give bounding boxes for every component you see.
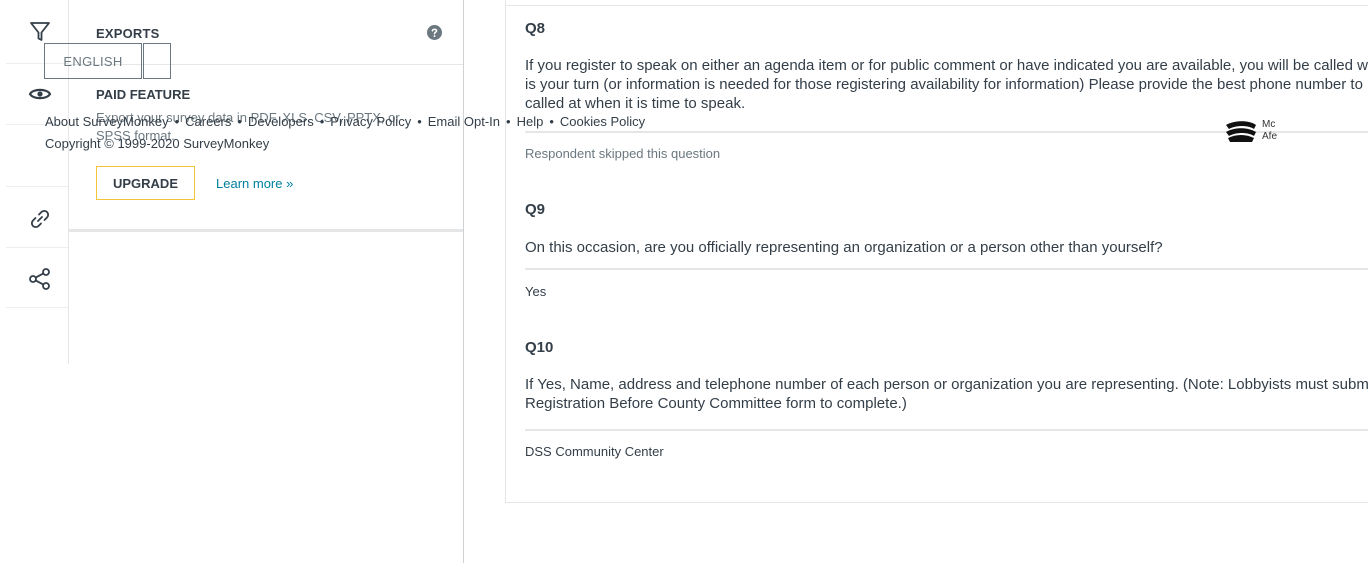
question-number: Q8 (525, 20, 546, 37)
footer-link-careers[interactable]: Careers (185, 114, 231, 129)
exports-panel: EXPORTS PAID FEATURE Export your survey … (69, 0, 464, 563)
footer-separator: • (174, 114, 180, 129)
footer-separator: • (319, 114, 325, 129)
copyright-notice: Copyright © 1999-2020 SurveyMonkey (45, 136, 270, 151)
link-icon (30, 209, 50, 229)
question-text: If Yes, Name, address and telephone numb… (525, 376, 1368, 412)
footer-link-cookies[interactable]: Cookies Policy (560, 114, 645, 129)
language-dropdown-toggle[interactable] (143, 43, 171, 79)
eye-icon (28, 88, 52, 100)
question-divider (525, 268, 1368, 270)
learn-more-link[interactable]: Learn more » (216, 176, 293, 191)
question-answer: DSS Community Center (525, 444, 664, 459)
share-icon (29, 268, 50, 290)
footer-separator: • (506, 114, 511, 129)
survey-results-page: EXPORTS PAID FEATURE Export your survey … (0, 0, 1368, 563)
rail-link-button[interactable] (6, 187, 68, 248)
paid-feature-title: PAID FEATURE (96, 87, 191, 102)
security-badge-text: Mc Afe (1262, 119, 1277, 142)
footer-link-developers[interactable]: Developers (248, 114, 314, 129)
exports-title: EXPORTS (96, 26, 160, 41)
panel-divider (69, 229, 463, 232)
footer-link-about[interactable]: About SurveyMonkey (45, 114, 169, 129)
badge-text-line: Mc (1262, 119, 1276, 130)
question-answer: Yes (525, 284, 547, 299)
question-text: On this occasion, are you officially rep… (525, 239, 1163, 256)
filter-icon (30, 22, 50, 41)
rail-empty-slot (6, 125, 68, 187)
footer-link-help[interactable]: Help (517, 114, 544, 129)
question-results: Q8 If you register to speak on either an… (505, 0, 1368, 503)
question-circle-icon[interactable] (427, 25, 442, 40)
footer-separator: • (237, 114, 242, 129)
language-selector[interactable]: ENGLISH (44, 43, 142, 79)
footer-separator: • (549, 114, 554, 129)
footer-link-privacy[interactable]: Privacy Policy (330, 114, 411, 129)
question-number: Q10 (525, 339, 554, 356)
upgrade-button[interactable]: UPGRADE (96, 166, 195, 200)
mcafee-shield-icon (1226, 121, 1256, 142)
question-divider (525, 429, 1368, 431)
security-badge[interactable]: Mc Afe (1224, 118, 1284, 142)
results-top-border (506, 5, 1368, 6)
footer-links: About SurveyMonkey • Careers • Developers • Pr… (45, 114, 645, 129)
footer-separator: • (417, 114, 422, 129)
badge-text-line: Afe (1262, 131, 1278, 142)
rail-share-button[interactable] (6, 247, 68, 308)
question-answer: Respondent skipped this question (525, 146, 721, 161)
question-number: Q9 (525, 201, 546, 218)
question-text: If you register to speak on either an ag… (525, 57, 1368, 112)
footer-link-email-opt-in[interactable]: Email Opt-In (428, 114, 500, 129)
